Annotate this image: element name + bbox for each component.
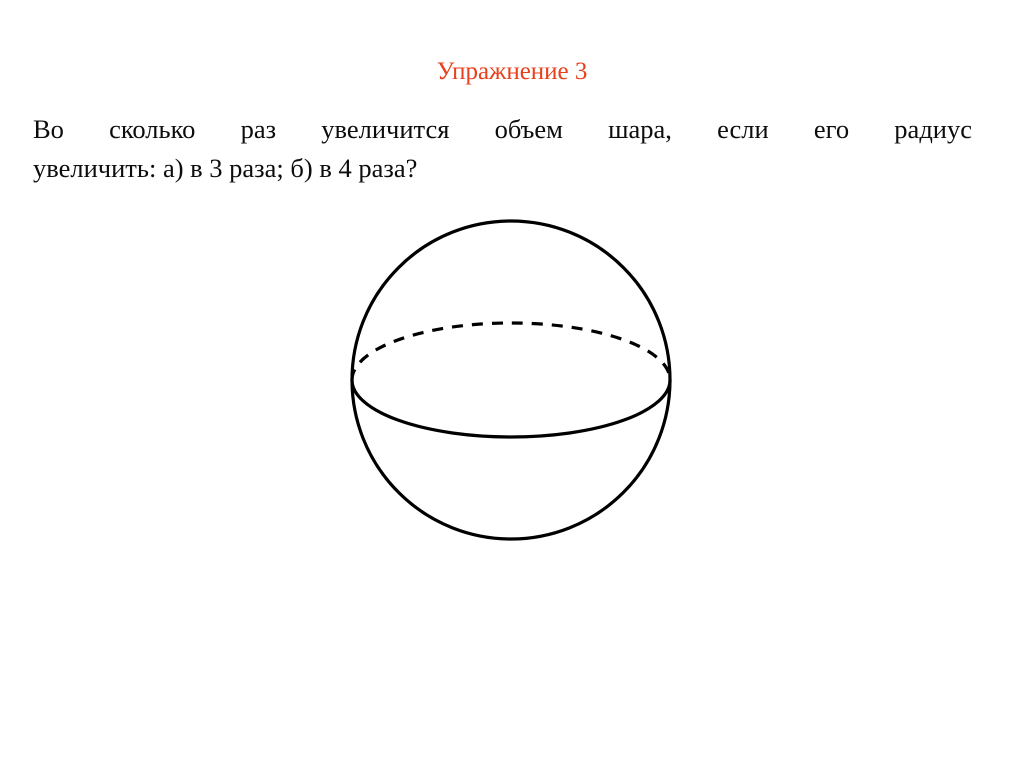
page-title: Упражнение 3 (436, 58, 588, 85)
sphere-figure (330, 205, 700, 550)
exercise-text: Во сколько раз увеличится объем шара, ес… (33, 110, 972, 188)
slide: Упражнение 3 Во сколько раз увеличится о… (0, 0, 1024, 768)
exercise-text-line-2: увеличить: а) в 3 раза; б) в 4 раза? (33, 153, 418, 183)
sphere-outline-circle (350, 219, 672, 541)
equator-front-arc-solid (350, 379, 672, 439)
equator-back-arc-dashed (350, 321, 672, 381)
exercise-text-line-1: Во сколько раз увеличится объем шара, ес… (33, 114, 972, 144)
